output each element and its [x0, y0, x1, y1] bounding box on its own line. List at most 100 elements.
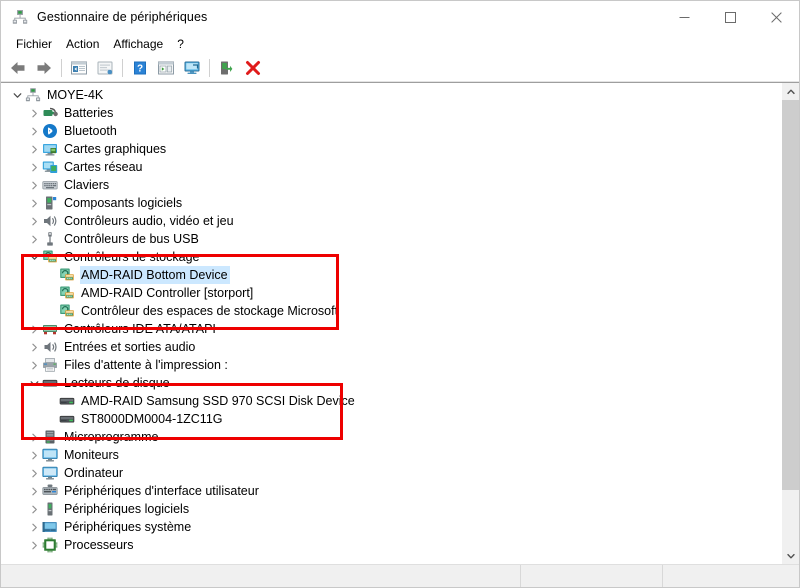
chevron-right-icon[interactable]	[26, 176, 42, 194]
tree-item-label: Bluetooth	[64, 124, 117, 138]
toolbar-separator	[61, 59, 62, 77]
status-second-pane	[521, 565, 663, 587]
tree-item-label: Batteries	[64, 106, 114, 120]
chevron-right-icon[interactable]	[26, 482, 42, 500]
scroll-down-icon[interactable]	[782, 547, 799, 564]
audio-icon	[42, 213, 58, 229]
tree-item[interactable]: Contrôleurs audio, vidéo et jeu	[1, 212, 781, 230]
chevron-right-icon[interactable]	[26, 428, 42, 446]
device-tree[interactable]: MOYE-4K Batteries Bluetooth Cartes graphiq…	[1, 83, 781, 564]
tree-item[interactable]: Files d'attente à l'impression :	[1, 356, 781, 374]
tree-item[interactable]: Périphériques logiciels	[1, 500, 781, 518]
storage-controller-icon	[59, 303, 75, 319]
properties-icon[interactable]	[93, 57, 117, 79]
content-area: MOYE-4K Batteries Bluetooth Cartes graphiq…	[1, 82, 799, 564]
scrollbar-track[interactable]	[782, 100, 799, 547]
disk-drive-icon	[59, 393, 75, 409]
chevron-right-icon[interactable]	[26, 536, 42, 554]
chevron-right-icon[interactable]	[26, 338, 42, 356]
tree-item[interactable]: Périphériques système	[1, 518, 781, 536]
tree-item[interactable]: Périphériques d'interface utilisateur	[1, 482, 781, 500]
print-queue-icon	[42, 357, 58, 373]
tree-item[interactable]: AMD-RAID Bottom Device	[1, 266, 781, 284]
tree-item-label: Processeurs	[64, 538, 134, 552]
chevron-right-icon[interactable]	[26, 212, 42, 230]
update-driver-icon[interactable]	[154, 57, 178, 79]
window-controls	[661, 1, 799, 33]
chevron-right-icon[interactable]	[26, 320, 42, 338]
tree-item[interactable]: Contrôleur des espaces de stockage Micro…	[1, 302, 781, 320]
chevron-right-icon[interactable]	[26, 356, 42, 374]
scroll-up-icon[interactable]	[782, 83, 799, 100]
tree-item[interactable]: Microprogramme	[1, 428, 781, 446]
tree-item[interactable]: Moniteurs	[1, 446, 781, 464]
chevron-right-icon[interactable]	[26, 230, 42, 248]
twisty-empty	[43, 302, 59, 320]
status-third-pane	[663, 565, 799, 587]
tree-item[interactable]: Composants logiciels	[1, 194, 781, 212]
tree-item-label: Composants logiciels	[64, 196, 183, 210]
tree-item[interactable]: ST8000DM0004-1ZC11G	[1, 410, 781, 428]
tree-item[interactable]: Cartes graphiques	[1, 140, 781, 158]
menu-help[interactable]: ?	[170, 35, 191, 53]
vertical-scrollbar[interactable]	[781, 83, 799, 564]
tree-root-row[interactable]: MOYE-4K	[1, 86, 781, 104]
chevron-right-icon[interactable]	[26, 104, 42, 122]
chevron-right-icon[interactable]	[26, 446, 42, 464]
help-icon[interactable]: ?	[128, 57, 152, 79]
tree-item[interactable]: Contrôleurs de bus USB	[1, 230, 781, 248]
menu-fichier[interactable]: Fichier	[9, 35, 59, 53]
chevron-right-icon[interactable]	[26, 140, 42, 158]
forward-arrow-icon[interactable]	[32, 57, 56, 79]
chevron-right-icon[interactable]	[26, 518, 42, 536]
tree-item-label: Lecteurs de disque	[64, 376, 170, 390]
chevron-right-icon[interactable]	[26, 122, 42, 140]
chevron-down-icon[interactable]	[9, 86, 25, 104]
tree-item-label: AMD-RAID Bottom Device	[80, 266, 230, 284]
tree-item[interactable]: AMD-RAID Samsung SSD 970 SCSI Disk Devic…	[1, 392, 781, 410]
tree-rows-container: Batteries Bluetooth Cartes graphiques Carte…	[1, 104, 781, 554]
storage-controller-icon	[59, 267, 75, 283]
tree-item[interactable]: Contrôleurs IDE ATA/ATAPI	[1, 320, 781, 338]
show-hide-console-tree-icon[interactable]	[67, 57, 91, 79]
chevron-right-icon[interactable]	[26, 500, 42, 518]
tree-item[interactable]: Claviers	[1, 176, 781, 194]
scrollbar-thumb[interactable]	[782, 100, 799, 490]
status-bar	[1, 564, 799, 587]
back-arrow-icon[interactable]	[6, 57, 30, 79]
tree-item-label: Moniteurs	[64, 448, 119, 462]
tree-item-label: Contrôleurs IDE ATA/ATAPI	[64, 322, 216, 336]
tree-item-label: Contrôleur des espaces de stockage Micro…	[81, 304, 339, 318]
tree-item[interactable]: AMD-RAID Controller [storport]	[1, 284, 781, 302]
tree-item[interactable]: Cartes réseau	[1, 158, 781, 176]
minimize-button[interactable]	[661, 1, 707, 33]
close-button[interactable]	[753, 1, 799, 33]
maximize-button[interactable]	[707, 1, 753, 33]
twisty-empty	[43, 284, 59, 302]
tree-item[interactable]: Entrées et sorties audio	[1, 338, 781, 356]
menu-action[interactable]: Action	[59, 35, 106, 53]
toolbar-separator	[209, 59, 210, 77]
enable-device-icon[interactable]	[215, 57, 239, 79]
menu-affichage[interactable]: Affichage	[106, 35, 170, 53]
menu-bar: Fichier Action Affichage ?	[1, 33, 799, 55]
tree-item-label: Entrées et sorties audio	[64, 340, 196, 354]
chevron-down-icon[interactable]	[26, 248, 42, 266]
tree-item[interactable]: Bluetooth	[1, 122, 781, 140]
device-manager-icon	[12, 9, 28, 25]
uninstall-device-icon[interactable]	[241, 57, 265, 79]
chevron-right-icon[interactable]	[26, 464, 42, 482]
tree-item[interactable]: Ordinateur	[1, 464, 781, 482]
tree-item[interactable]: Batteries	[1, 104, 781, 122]
twisty-empty	[43, 392, 59, 410]
tree-item[interactable]: Contrôleurs de stockage	[1, 248, 781, 266]
title-bar: Gestionnaire de périphériques	[1, 1, 799, 33]
chevron-right-icon[interactable]	[26, 194, 42, 212]
tree-item[interactable]: Processeurs	[1, 536, 781, 554]
tree-item-label: Files d'attente à l'impression :	[64, 358, 228, 372]
chevron-down-icon[interactable]	[26, 374, 42, 392]
tree-root-label: MOYE-4K	[47, 88, 104, 102]
chevron-right-icon[interactable]	[26, 158, 42, 176]
tree-item[interactable]: Lecteurs de disque	[1, 374, 781, 392]
scan-hardware-changes-icon[interactable]	[180, 57, 204, 79]
